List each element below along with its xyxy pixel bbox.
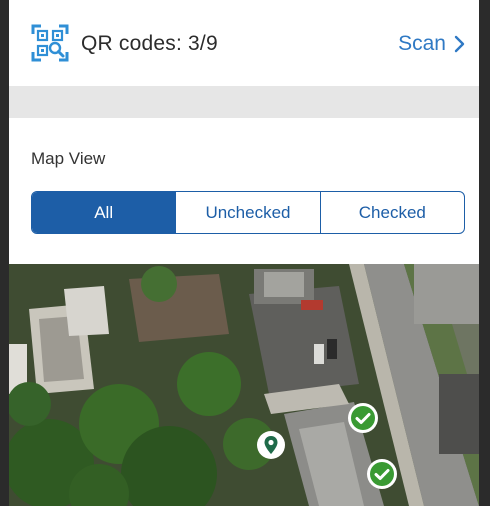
checked-marker[interactable] — [366, 458, 398, 490]
map-filter-segmented-control: All Unchecked Checked — [31, 191, 465, 234]
satellite-map[interactable] — [9, 264, 479, 506]
section-divider — [9, 86, 479, 118]
chevron-right-icon — [454, 35, 465, 53]
qr-scan-icon — [31, 24, 69, 62]
filter-unchecked-tab[interactable]: Unchecked — [175, 192, 319, 233]
satellite-imagery — [9, 264, 479, 506]
map-view-label: Map View — [31, 149, 106, 168]
scan-button[interactable]: Scan — [398, 32, 465, 56]
location-pin-marker[interactable] — [256, 430, 286, 464]
header: QR codes: 3/9 Scan — [9, 0, 479, 86]
filter-all-tab[interactable]: All — [32, 192, 176, 233]
filter-checked-tab[interactable]: Checked — [319, 192, 464, 233]
qr-progress-title: QR codes: 3/9 — [81, 32, 218, 55]
app-screen: QR codes: 3/9 Scan Map View All Unchecke… — [9, 0, 479, 506]
checked-marker[interactable] — [347, 402, 379, 434]
scan-label: Scan — [398, 32, 446, 55]
